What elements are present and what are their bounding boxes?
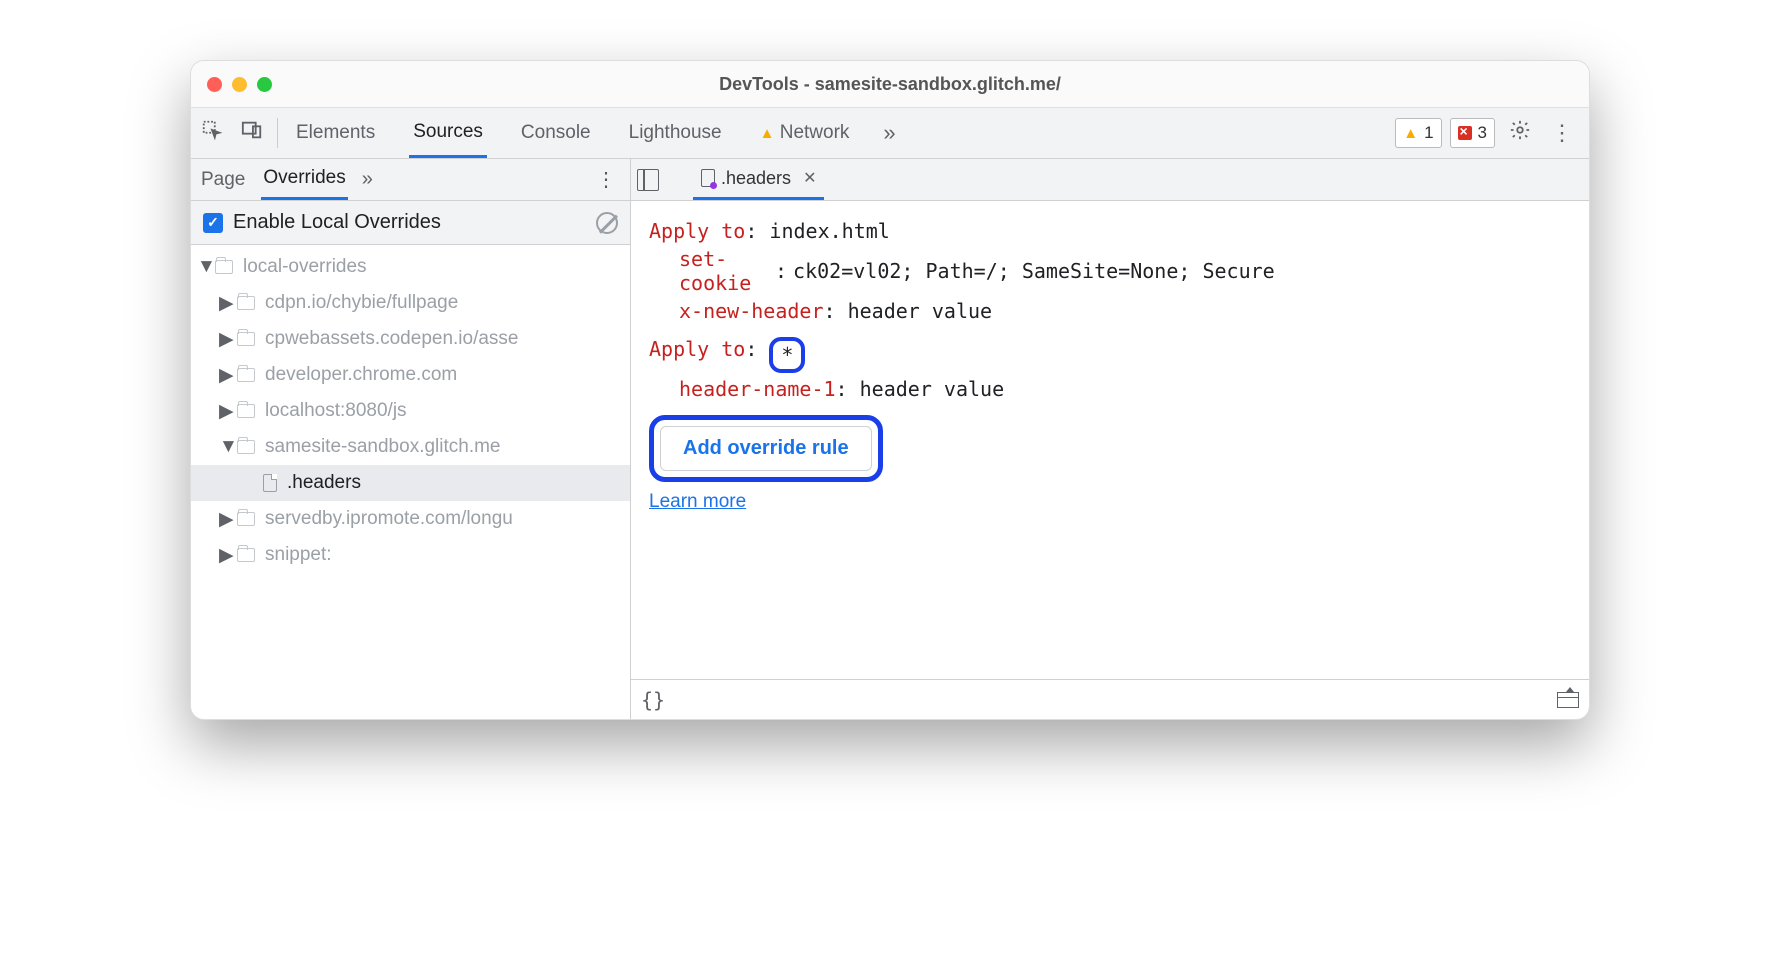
apply-to-label: Apply to [649, 337, 745, 361]
tree-folder[interactable]: ▶snippet: [191, 537, 630, 573]
subtab-page[interactable]: Page [199, 161, 247, 199]
devtools-window: DevTools - samesite-sandbox.glitch.me/ E… [190, 60, 1590, 720]
editor-tab-headers[interactable]: .headers ✕ [693, 160, 824, 200]
editor-content: Apply to: index.html set-cookie : ck02=v… [631, 201, 1589, 679]
header-value[interactable]: header value [848, 299, 993, 323]
editor-tab-strip: .headers ✕ [631, 159, 1589, 201]
braces-icon[interactable]: {} [641, 688, 665, 712]
tree-folder[interactable]: ▶cpwebassets.codepen.io/asse [191, 321, 630, 357]
tab-lighthouse[interactable]: Lighthouse [625, 110, 726, 156]
header-name[interactable]: set-cookie [679, 247, 769, 295]
more-menu-icon[interactable]: ⋮ [1545, 120, 1579, 146]
file-tree: ▼ local-overrides ▶cdpn.io/chybie/fullpa… [191, 245, 630, 719]
more-subtabs-icon[interactable]: » [362, 168, 373, 191]
editor-pane: .headers ✕ Apply to: index.html set-cook… [631, 159, 1589, 719]
apply-to-value[interactable]: index.html [769, 219, 889, 243]
tab-sources[interactable]: Sources [409, 109, 487, 158]
close-tab-icon[interactable]: ✕ [803, 168, 816, 188]
errors-badge[interactable]: 3 [1450, 118, 1495, 148]
enable-overrides-checkbox[interactable]: ✓ [203, 213, 223, 233]
traffic-lights [207, 77, 272, 92]
learn-more-link[interactable]: Learn more [649, 491, 746, 512]
settings-gear-icon[interactable] [1503, 119, 1537, 147]
tree-file-headers[interactable]: .headers [191, 465, 630, 501]
device-toolbar-icon[interactable] [241, 119, 263, 147]
header-name[interactable]: header-name-1 [679, 377, 836, 401]
tree-folder[interactable]: ▶developer.chrome.com [191, 357, 630, 393]
tree-folder[interactable]: ▼samesite-sandbox.glitch.me [191, 429, 630, 465]
window-title: DevTools - samesite-sandbox.glitch.me/ [191, 74, 1589, 95]
tab-elements[interactable]: Elements [292, 110, 379, 156]
header-value[interactable]: ck02=vl02; Path=/; SameSite=None; Secure [793, 259, 1275, 283]
sidebar-subtabs: Page Overrides » ⋮ [191, 159, 630, 201]
devtools-toolbar: Elements Sources Console Lighthouse ▲ Ne… [191, 107, 1589, 159]
close-window-button[interactable] [207, 77, 222, 92]
show-drawer-icon[interactable] [1557, 692, 1579, 708]
tab-network[interactable]: ▲ Network [756, 110, 854, 156]
warnings-badge[interactable]: ▲1 [1395, 118, 1441, 148]
sidebar-more-icon[interactable]: ⋮ [590, 167, 622, 192]
file-override-icon [701, 169, 715, 187]
add-override-highlight: Add override rule [649, 415, 883, 482]
add-override-rule-button[interactable]: Add override rule [660, 426, 872, 471]
clear-overrides-icon[interactable] [596, 212, 618, 234]
tree-folder[interactable]: ▶cdpn.io/chybie/fullpage [191, 285, 630, 321]
window-titlebar: DevTools - samesite-sandbox.glitch.me/ [191, 61, 1589, 107]
enable-overrides-label: Enable Local Overrides [233, 211, 441, 234]
apply-to-value-highlighted[interactable]: * [769, 337, 805, 373]
header-name[interactable]: x-new-header [679, 299, 824, 323]
header-value[interactable]: header value [860, 377, 1005, 401]
tree-root[interactable]: ▼ local-overrides [191, 249, 630, 285]
more-tabs-icon[interactable]: » [883, 120, 895, 146]
tree-folder[interactable]: ▶servedby.ipromote.com/longu [191, 501, 630, 537]
toggle-navigator-icon[interactable] [637, 169, 659, 191]
tab-console[interactable]: Console [517, 110, 595, 156]
sidebar: Page Overrides » ⋮ ✓ Enable Local Overri… [191, 159, 631, 719]
editor-footer: {} [631, 679, 1589, 719]
maximize-window-button[interactable] [257, 77, 272, 92]
tree-folder[interactable]: ▶localhost:8080/js [191, 393, 630, 429]
minimize-window-button[interactable] [232, 77, 247, 92]
subtab-overrides[interactable]: Overrides [261, 159, 347, 200]
enable-overrides-row: ✓ Enable Local Overrides [191, 201, 630, 245]
apply-to-label: Apply to [649, 219, 745, 243]
inspect-element-icon[interactable] [201, 119, 223, 147]
